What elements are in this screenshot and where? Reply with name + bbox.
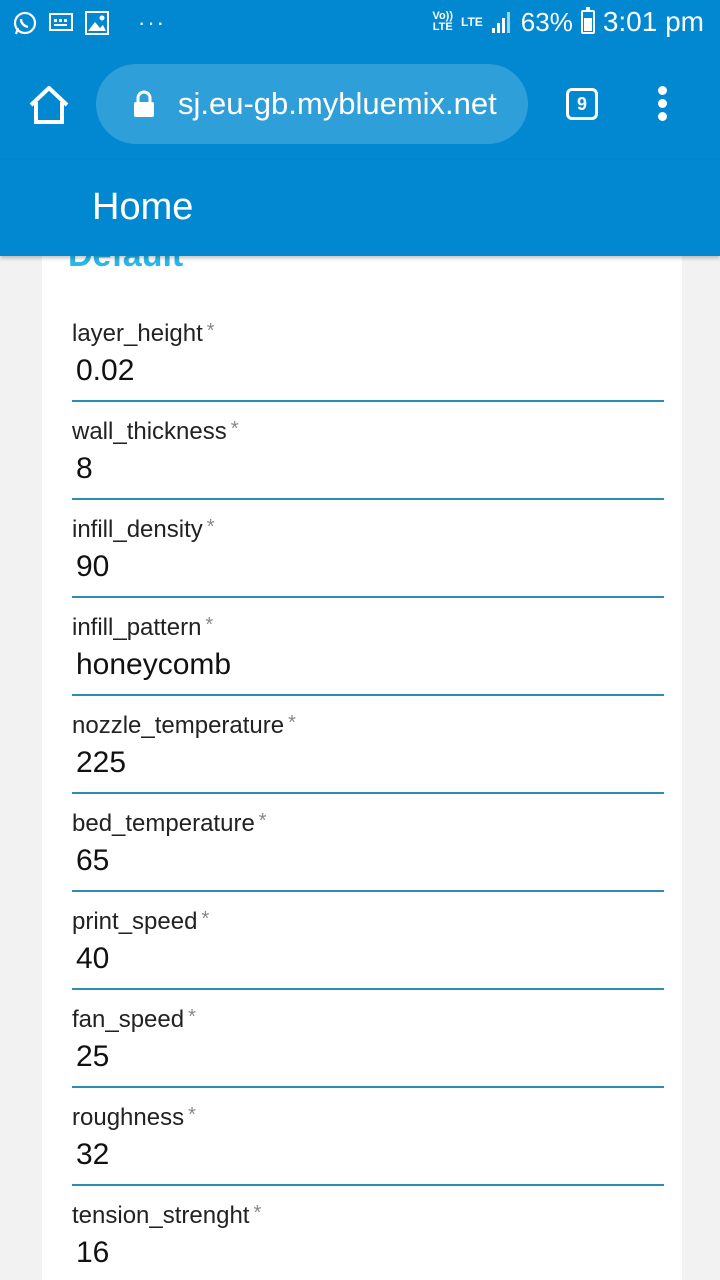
field-input[interactable]: 65 xyxy=(76,844,109,878)
field-label-text: layer_height xyxy=(72,320,203,347)
field-label-text: fan_speed xyxy=(72,1006,185,1033)
field-input[interactable]: 40 xyxy=(76,942,109,976)
field-label-text: wall_thickness xyxy=(72,418,227,445)
more-notifications-icon: ··· xyxy=(138,10,166,35)
form-card: Default layer_height*0.02wall_thickness*… xyxy=(42,256,682,1280)
whatsapp-icon xyxy=(13,11,37,35)
battery-icon xyxy=(580,7,595,34)
lock-icon xyxy=(134,90,154,117)
required-marker: * xyxy=(201,908,210,930)
form-field-nozzle-temperature[interactable]: nozzle_temperature * 225 xyxy=(72,712,664,808)
field-label-text: print_speed xyxy=(72,908,198,935)
field-underline xyxy=(72,400,664,402)
field-underline xyxy=(72,694,664,696)
field-label: layer_height * xyxy=(72,320,215,348)
field-underline xyxy=(72,596,664,598)
field-underline xyxy=(72,498,664,500)
field-label: roughness * xyxy=(72,1104,196,1132)
field-underline xyxy=(72,792,664,794)
field-underline xyxy=(72,988,664,990)
form-field-infill-density[interactable]: infill_density * 90 xyxy=(72,516,664,612)
field-label-text: roughness xyxy=(72,1104,185,1131)
field-label: tension_strenght * xyxy=(72,1202,261,1230)
field-input[interactable]: 25 xyxy=(76,1040,109,1074)
page-title[interactable]: Home xyxy=(92,186,193,229)
overflow-menu-icon[interactable] xyxy=(652,86,672,126)
field-label: infill_pattern * xyxy=(72,614,213,642)
required-marker: * xyxy=(205,614,214,636)
app-header: Home xyxy=(0,160,720,256)
form-field-print-speed[interactable]: print_speed * 40 xyxy=(72,908,664,1004)
form-field-wall-thickness[interactable]: wall_thickness * 8 xyxy=(72,418,664,514)
field-label: fan_speed * xyxy=(72,1006,196,1034)
required-marker: * xyxy=(206,320,215,342)
field-label: print_speed * xyxy=(72,908,209,936)
field-input[interactable]: honeycomb xyxy=(76,648,231,682)
address-bar[interactable]: sj.eu-gb.mybluemix.net xyxy=(96,64,528,144)
required-marker: * xyxy=(258,810,267,832)
required-marker: * xyxy=(253,1202,262,1224)
message-icon xyxy=(49,13,73,31)
field-label-text: infill_pattern xyxy=(72,614,202,641)
field-label-text: infill_density xyxy=(72,516,203,543)
system-status: Vo)) LTE LTE 63% 3:01 pm xyxy=(432,6,704,38)
field-label-text: tension_strenght xyxy=(72,1202,250,1229)
home-icon[interactable] xyxy=(28,84,70,126)
notification-icons: ··· xyxy=(12,10,166,36)
field-underline xyxy=(72,890,664,892)
browser-toolbar: sj.eu-gb.mybluemix.net 9 xyxy=(0,50,720,160)
field-input[interactable]: 90 xyxy=(76,550,109,584)
form-field-layer-height[interactable]: layer_height * 0.02 xyxy=(72,320,664,416)
clock: 3:01 pm xyxy=(602,6,704,37)
url-text[interactable]: sj.eu-gb.mybluemix.net xyxy=(178,84,497,124)
field-input[interactable]: 16 xyxy=(76,1236,109,1270)
field-label-text: nozzle_temperature xyxy=(72,712,285,739)
status-bar: ··· Vo)) LTE LTE 63% 3:01 pm xyxy=(0,0,720,50)
section-title: Default xyxy=(68,256,183,275)
field-input[interactable]: 0.02 xyxy=(76,354,134,388)
network-type: LTE xyxy=(461,15,483,29)
form-field-tension-strenght[interactable]: tension_strenght * 16 xyxy=(72,1202,664,1280)
tab-switcher-button[interactable]: 9 xyxy=(566,88,598,120)
field-input[interactable]: 32 xyxy=(76,1138,109,1172)
required-marker: * xyxy=(206,516,215,538)
form-field-bed-temperature[interactable]: bed_temperature * 65 xyxy=(72,810,664,906)
required-marker: * xyxy=(188,1006,196,1028)
field-underline xyxy=(72,1184,664,1186)
form-field-fan-speed[interactable]: fan_speed * 25 xyxy=(72,1006,664,1102)
field-label-text: bed_temperature xyxy=(72,810,255,837)
battery-percentage: 63% xyxy=(520,6,573,37)
field-label: wall_thickness * xyxy=(72,418,239,446)
field-underline xyxy=(72,1086,664,1088)
required-marker: * xyxy=(188,1104,196,1126)
field-input[interactable]: 225 xyxy=(76,746,126,780)
required-marker: * xyxy=(230,418,239,440)
form-field-roughness[interactable]: roughness * 32 xyxy=(72,1104,664,1200)
required-marker: * xyxy=(288,712,296,734)
gallery-icon xyxy=(85,11,109,35)
field-label: infill_density * xyxy=(72,516,215,544)
field-label: nozzle_temperature * xyxy=(72,712,296,740)
signal-icon xyxy=(491,12,510,33)
volte-indicator: Vo)) LTE xyxy=(432,10,453,33)
field-input[interactable]: 8 xyxy=(76,452,93,486)
field-label: bed_temperature * xyxy=(72,810,267,838)
form-field-infill-pattern[interactable]: infill_pattern * honeycomb xyxy=(72,614,664,710)
